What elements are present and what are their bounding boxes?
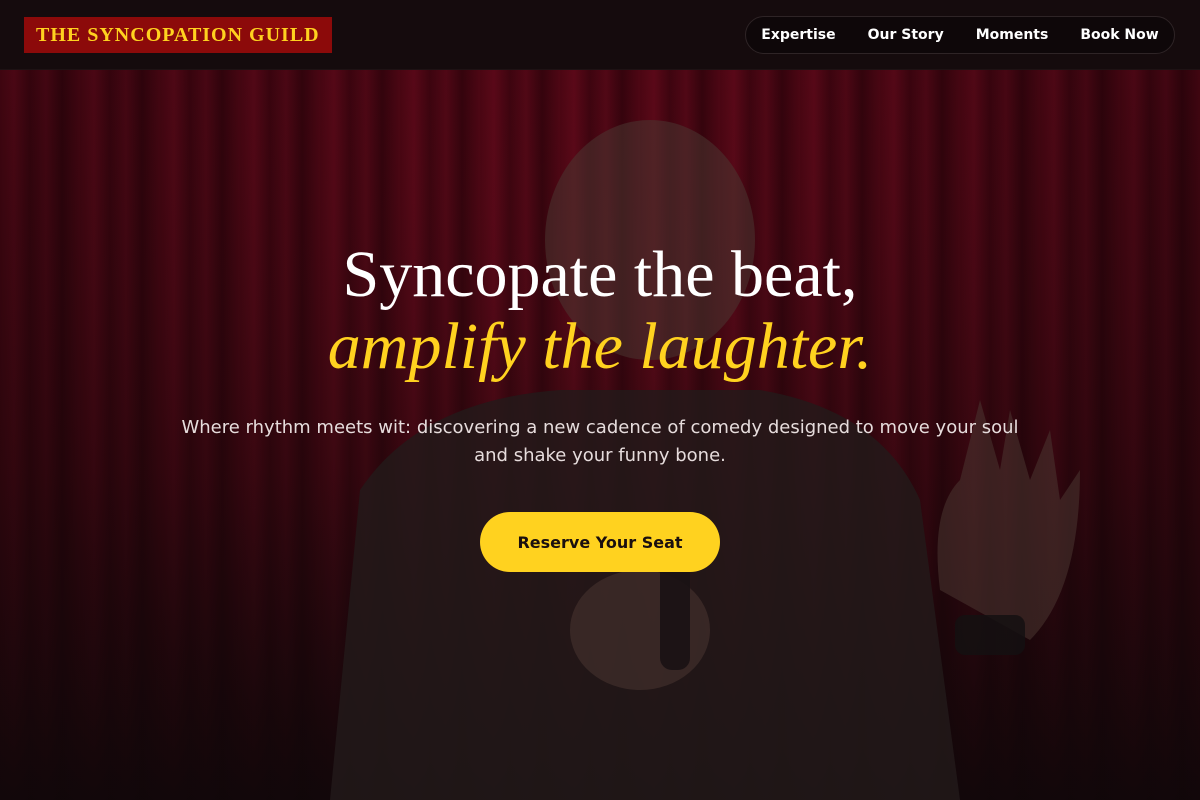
nav-link-book-now[interactable]: Book Now xyxy=(1080,27,1158,43)
nav-link-expertise[interactable]: Expertise xyxy=(761,27,835,43)
reserve-seat-button[interactable]: Reserve Your Seat xyxy=(480,512,720,572)
nav-link-our-story[interactable]: Our Story xyxy=(868,27,944,43)
main-nav: Expertise Our Story Moments Book Now xyxy=(745,16,1175,54)
hero-heading-line2: amplify the laughter. xyxy=(327,310,873,383)
hero-section: Syncopate the beat, amplify the laughter… xyxy=(0,70,1200,800)
hero-content: Syncopate the beat, amplify the laughter… xyxy=(0,240,1200,572)
hero-subtitle: Where rhythm meets wit: discovering a ne… xyxy=(181,417,1019,466)
brand-logo[interactable]: THE SYNCOPATION GUILD xyxy=(24,17,332,53)
site-header: THE SYNCOPATION GUILD Expertise Our Stor… xyxy=(0,0,1200,70)
nav-link-moments[interactable]: Moments xyxy=(976,27,1049,43)
hero-heading-line1: Syncopate the beat, xyxy=(342,238,858,311)
